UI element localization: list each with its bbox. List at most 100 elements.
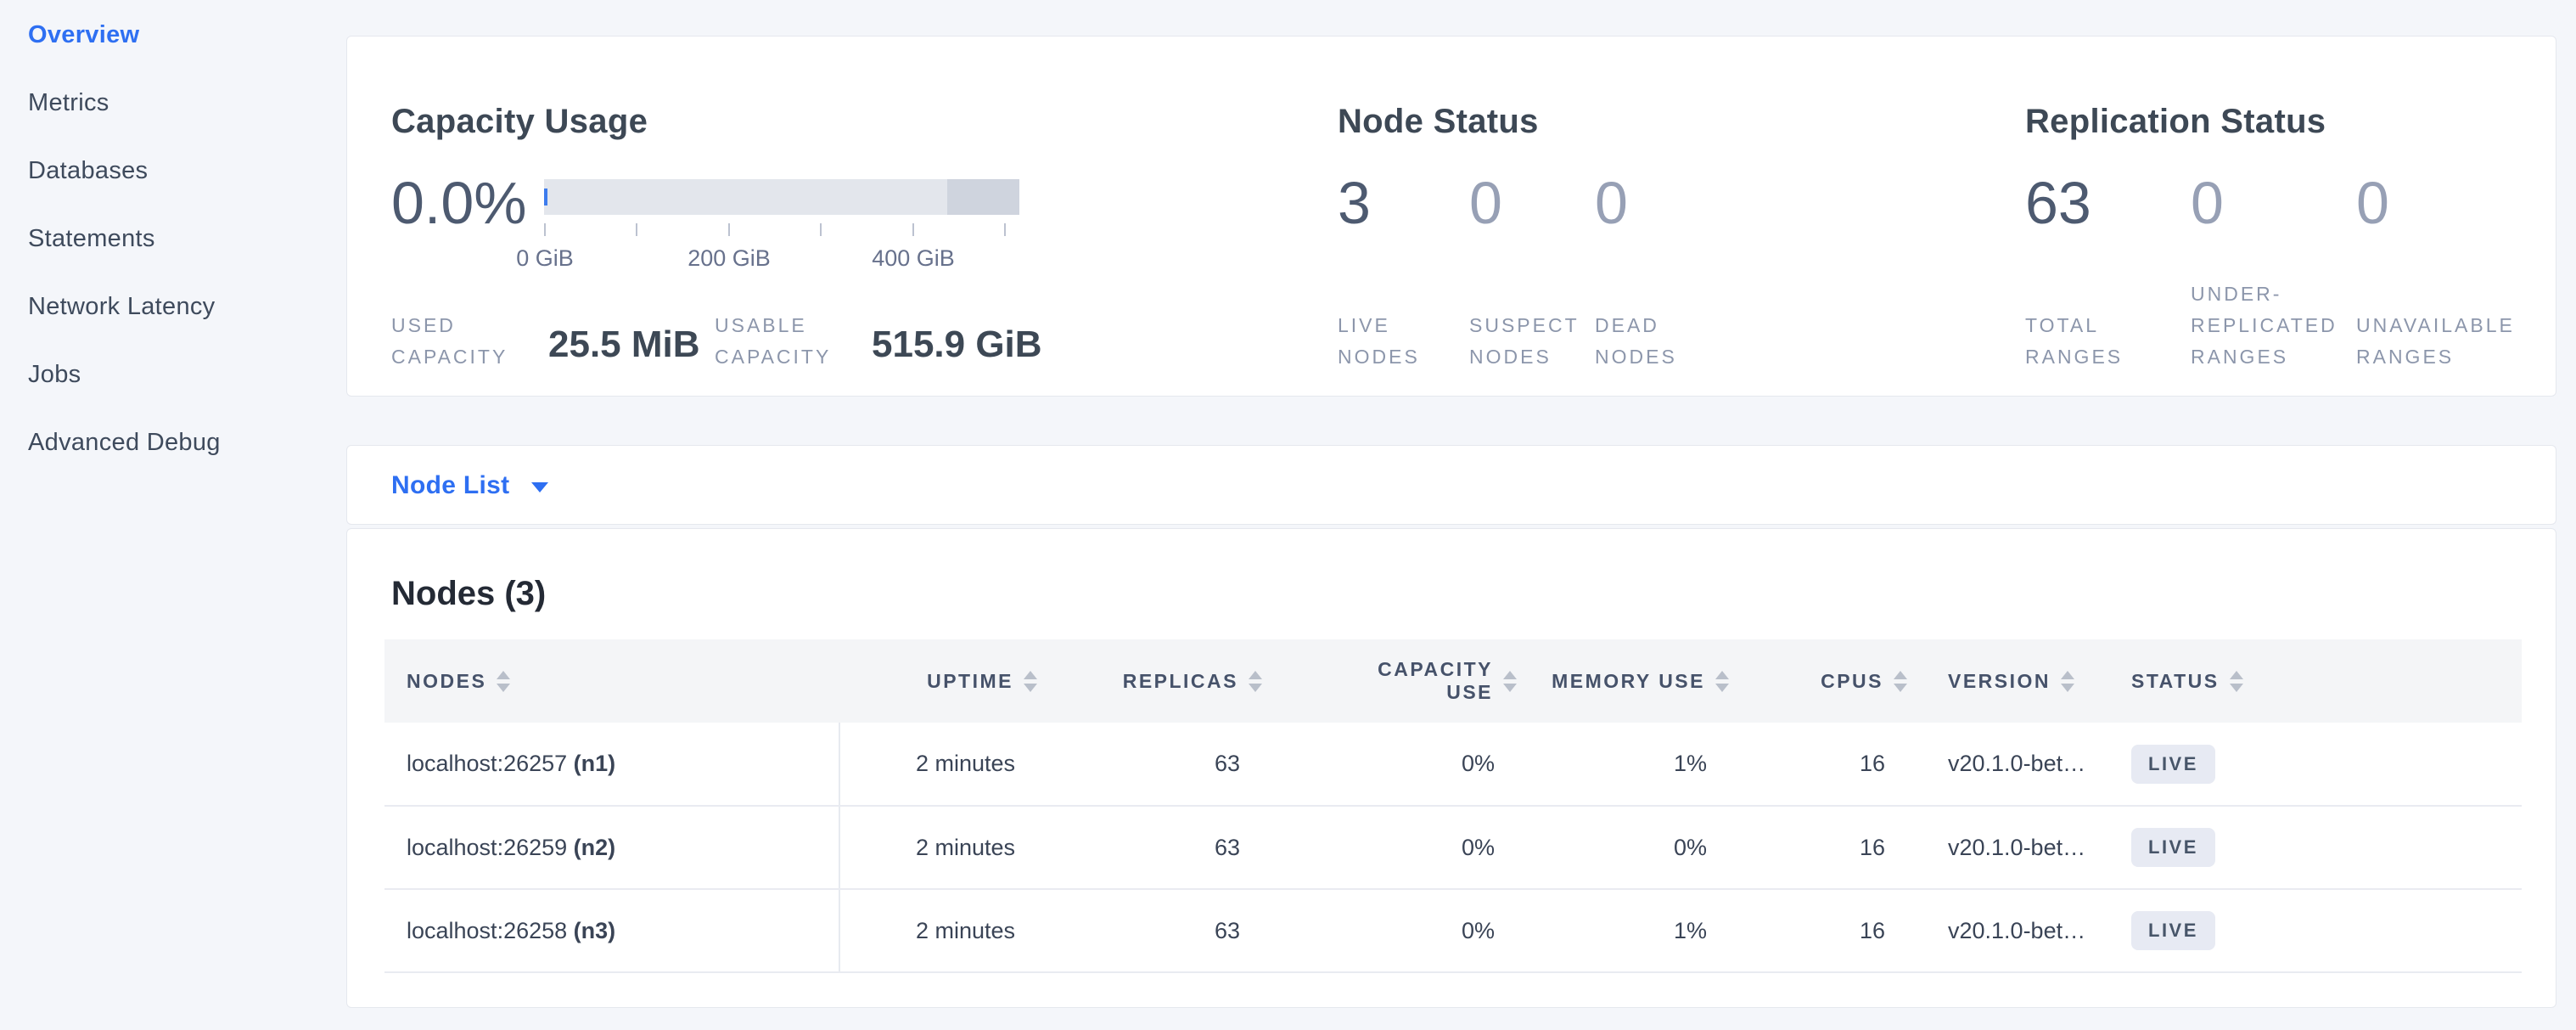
- uptime-cell: 2 minutes: [839, 806, 1041, 889]
- dead-nodes-value: 0: [1595, 171, 1628, 236]
- nodes-table-card: Nodes (3) NODES UPTIME REPLICAS CAPACITY…: [346, 528, 2556, 1008]
- replicas-cell: 63: [1041, 806, 1266, 889]
- capacity-use-cell: 0%: [1266, 723, 1520, 806]
- live-nodes-value: 3: [1338, 171, 1371, 236]
- sidebar-item-statements[interactable]: Statements: [0, 205, 346, 273]
- cluster-summary-card: Capacity Usage 0.0% 0 GiB 200 GiB 400 Gi…: [346, 36, 2556, 397]
- status-cell: LIVE: [2097, 723, 2522, 806]
- suspect-nodes-label: SUSPECT NODES: [1469, 310, 1592, 373]
- dead-nodes-label: DEAD NODES: [1595, 310, 1697, 373]
- sort-icon: [1503, 671, 1517, 692]
- column-header-label: CPUS: [1821, 670, 1883, 693]
- sort-icon: [497, 671, 510, 692]
- column-header-uptime[interactable]: UPTIME: [839, 639, 1041, 723]
- column-header-cpus[interactable]: CPUS: [1732, 639, 1911, 723]
- capacity-gauge-track: [544, 179, 1019, 215]
- node-list-dropdown-label: Node List: [391, 471, 509, 500]
- column-header-version[interactable]: VERSION: [1911, 639, 2097, 723]
- column-header-label: VERSION: [1948, 670, 2051, 693]
- version-cell: v20.1.0-bet…: [1911, 889, 2097, 972]
- status-cell: LIVE: [2097, 806, 2522, 889]
- sort-icon: [1024, 671, 1037, 692]
- capacity-usage-title: Capacity Usage: [391, 103, 648, 141]
- column-header-status[interactable]: STATUS: [2097, 639, 2522, 723]
- used-capacity-value: 25.5 MiB: [548, 324, 700, 366]
- memory-use-cell: 0%: [1520, 806, 1732, 889]
- column-header-replicas[interactable]: REPLICAS: [1041, 639, 1266, 723]
- sidebar-item-databases[interactable]: Databases: [0, 137, 346, 205]
- under-replicated-ranges-label: UNDER-REPLICATED RANGES: [2191, 279, 2360, 373]
- view-selector-card: Node List: [346, 445, 2556, 525]
- status-badge: LIVE: [2131, 828, 2215, 867]
- sidebar-item-metrics[interactable]: Metrics: [0, 69, 346, 137]
- column-header-memory-use[interactable]: MEMORY USE: [1520, 639, 1732, 723]
- node-address-cell: localhost:26259 (n2): [384, 806, 839, 889]
- sidebar: Overview Metrics Databases Statements Ne…: [0, 0, 346, 1030]
- node-address-cell: localhost:26258 (n3): [384, 889, 839, 972]
- status-badge: LIVE: [2131, 745, 2215, 784]
- sidebar-item-overview[interactable]: Overview: [0, 1, 346, 69]
- replicas-cell: 63: [1041, 889, 1266, 972]
- node-list-dropdown[interactable]: Node List: [391, 446, 548, 526]
- sidebar-item-advanced-debug[interactable]: Advanced Debug: [0, 408, 346, 476]
- chevron-down-icon: [531, 482, 548, 492]
- column-header-nodes[interactable]: NODES: [384, 639, 839, 723]
- gauge-tick: [728, 223, 730, 236]
- table-row-node-3[interactable]: localhost:26258 (n3) 2 minutes 63 0% 1% …: [384, 889, 2522, 972]
- version-cell: v20.1.0-bet…: [1911, 806, 2097, 889]
- gauge-tick-label: 200 GiB: [687, 245, 771, 272]
- capacity-used-percent: 0.0%: [391, 171, 527, 236]
- status-cell: LIVE: [2097, 889, 2522, 972]
- sort-icon: [1894, 671, 1907, 692]
- memory-use-cell: 1%: [1520, 723, 1732, 806]
- gauge-tick-label: 400 GiB: [872, 245, 955, 272]
- cpus-cell: 16: [1732, 723, 1911, 806]
- sort-icon: [2230, 671, 2243, 692]
- memory-use-cell: 1%: [1520, 889, 1732, 972]
- table-header-row: NODES UPTIME REPLICAS CAPACITY USE MEMOR…: [384, 639, 2522, 723]
- sidebar-item-network-latency[interactable]: Network Latency: [0, 273, 346, 341]
- gauge-tick-label: 0 GiB: [516, 245, 574, 272]
- replication-status-title: Replication Status: [2025, 103, 2326, 141]
- capacity-gauge-reserved-segment: [947, 179, 1019, 215]
- column-header-label: MEMORY USE: [1552, 670, 1705, 693]
- unavailable-ranges-label: UNAVAILABLE RANGES: [2356, 310, 2556, 373]
- sidebar-nav-list: Overview Metrics Databases Statements Ne…: [0, 0, 346, 476]
- suspect-nodes-value: 0: [1469, 171, 1502, 236]
- total-ranges-label: TOTAL RANGES: [2025, 310, 2140, 373]
- unavailable-ranges-value: 0: [2356, 171, 2389, 236]
- cpus-cell: 16: [1732, 889, 1911, 972]
- version-cell: v20.1.0-bet…: [1911, 723, 2097, 806]
- usable-capacity-value: 515.9 GiB: [872, 324, 1042, 366]
- usable-capacity-label: USABLE CAPACITY: [715, 310, 859, 373]
- nodes-table: NODES UPTIME REPLICAS CAPACITY USE MEMOR…: [384, 639, 2522, 973]
- column-header-label: CAPACITY USE: [1357, 658, 1493, 704]
- sort-icon: [1715, 671, 1729, 692]
- uptime-cell: 2 minutes: [839, 889, 1041, 972]
- table-row-node-1[interactable]: localhost:26257 (n1) 2 minutes 63 0% 1% …: [384, 723, 2522, 806]
- capacity-use-cell: 0%: [1266, 889, 1520, 972]
- gauge-tick: [1004, 223, 1006, 236]
- sort-icon: [2061, 671, 2074, 692]
- column-header-capacity-use[interactable]: CAPACITY USE: [1266, 639, 1520, 723]
- live-nodes-label: LIVE NODES: [1338, 310, 1440, 373]
- used-capacity-label: USED CAPACITY: [391, 310, 536, 373]
- replicas-cell: 63: [1041, 723, 1266, 806]
- overview-page: Overview Metrics Databases Statements Ne…: [0, 0, 2576, 1030]
- gauge-tick: [636, 223, 637, 236]
- status-badge: LIVE: [2131, 911, 2215, 950]
- node-address-cell: localhost:26257 (n1): [384, 723, 839, 806]
- table-row-node-2[interactable]: localhost:26259 (n2) 2 minutes 63 0% 0% …: [384, 806, 2522, 889]
- nodes-table-heading: Nodes (3): [391, 575, 546, 613]
- capacity-gauge: 0 GiB 200 GiB 400 GiB: [544, 179, 1019, 273]
- column-header-label: STATUS: [2131, 670, 2220, 693]
- column-header-label: REPLICAS: [1123, 670, 1238, 693]
- sidebar-item-jobs[interactable]: Jobs: [0, 341, 346, 408]
- column-header-label: UPTIME: [927, 670, 1013, 693]
- capacity-use-cell: 0%: [1266, 806, 1520, 889]
- gauge-tick: [912, 223, 914, 236]
- under-replicated-ranges-value: 0: [2191, 171, 2224, 236]
- capacity-gauge-used-marker: [544, 189, 547, 205]
- gauge-tick: [544, 223, 546, 236]
- cpus-cell: 16: [1732, 806, 1911, 889]
